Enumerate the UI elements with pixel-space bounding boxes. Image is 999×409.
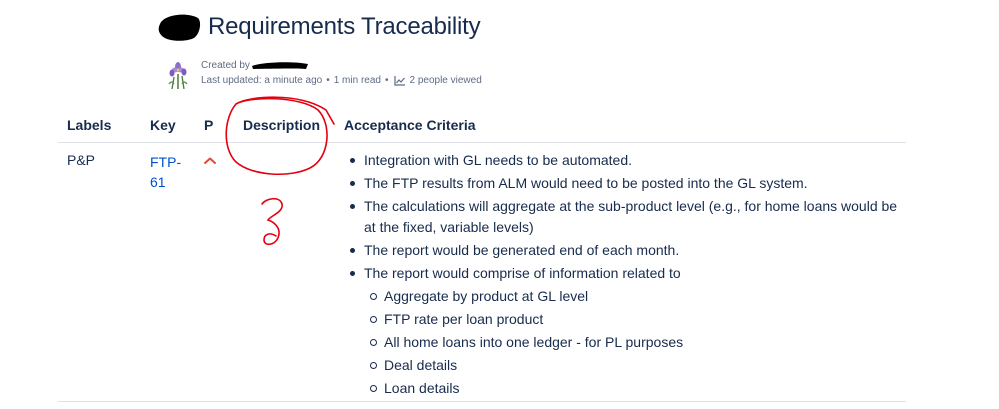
created-label: Created by [201, 60, 250, 71]
acceptance-list: Integration with GL needs to be automate… [344, 149, 904, 400]
sub-list: Aggregate by product at GL level FTP rat… [364, 285, 904, 400]
header-labels[interactable]: Labels [67, 117, 111, 133]
label-cell: P&P [67, 152, 96, 168]
list-item: The report would comprise of information… [350, 262, 904, 400]
table-header: Labels Key P Description Acceptance Crit… [58, 108, 906, 143]
sub-list-item: Aggregate by product at GL level [370, 285, 904, 308]
sub-list-item: Loan details [370, 377, 904, 400]
issue-key-line2[interactable]: 61 [150, 172, 186, 192]
acceptance-criteria-cell: Integration with GL needs to be automate… [344, 149, 904, 400]
chevron-up-icon [204, 157, 216, 164]
list-item: The calculations will aggregate at the s… [350, 195, 904, 239]
page-title: Requirements Traceability [208, 13, 481, 40]
read-time: 1 min read [333, 75, 381, 86]
byline-text: Created by Last updated: a minute ago • … [201, 58, 482, 88]
issue-key-link[interactable]: FTP- 61 [150, 152, 186, 192]
issue-key-line1[interactable]: FTP- [150, 152, 186, 172]
viewers-count[interactable]: 2 people viewed [409, 73, 481, 88]
separator-dot: • [384, 75, 389, 86]
redacted-author-name [251, 61, 308, 69]
separator-dot: • [326, 75, 330, 86]
redacted-emoji [158, 14, 201, 41]
analytics-icon[interactable] [394, 75, 406, 86]
title-row: Requirements Traceability [158, 12, 481, 42]
header-description[interactable]: Description [243, 117, 320, 133]
avatar[interactable] [163, 60, 193, 90]
created-line: Created by [201, 58, 482, 73]
header-acceptance-criteria[interactable]: Acceptance Criteria [344, 117, 476, 133]
byline: Created by Last updated: a minute ago • … [163, 58, 482, 92]
page: Requirements Traceability Created by Las… [0, 0, 999, 409]
header-key[interactable]: Key [150, 117, 176, 133]
list-item: Integration with GL needs to be automate… [350, 149, 904, 172]
requirements-table: Labels Key P Description Acceptance Crit… [58, 108, 906, 402]
list-item: The report would be generated end of eac… [350, 239, 904, 262]
sub-list-item: Deal details [370, 354, 904, 377]
last-updated: Last updated: a minute ago [201, 75, 323, 86]
table-row: P&P FTP- 61 Integration with GL needs to… [58, 143, 906, 402]
list-item: The FTP results from ALM would need to b… [350, 172, 904, 195]
list-item-text: The report would comprise of information… [364, 265, 681, 281]
sub-list-item: All home loans into one ledger - for PL … [370, 331, 904, 354]
meta-line: Last updated: a minute ago • 1 min read … [201, 73, 482, 88]
sub-list-item: FTP rate per loan product [370, 308, 904, 331]
header-priority[interactable]: P [204, 117, 213, 133]
